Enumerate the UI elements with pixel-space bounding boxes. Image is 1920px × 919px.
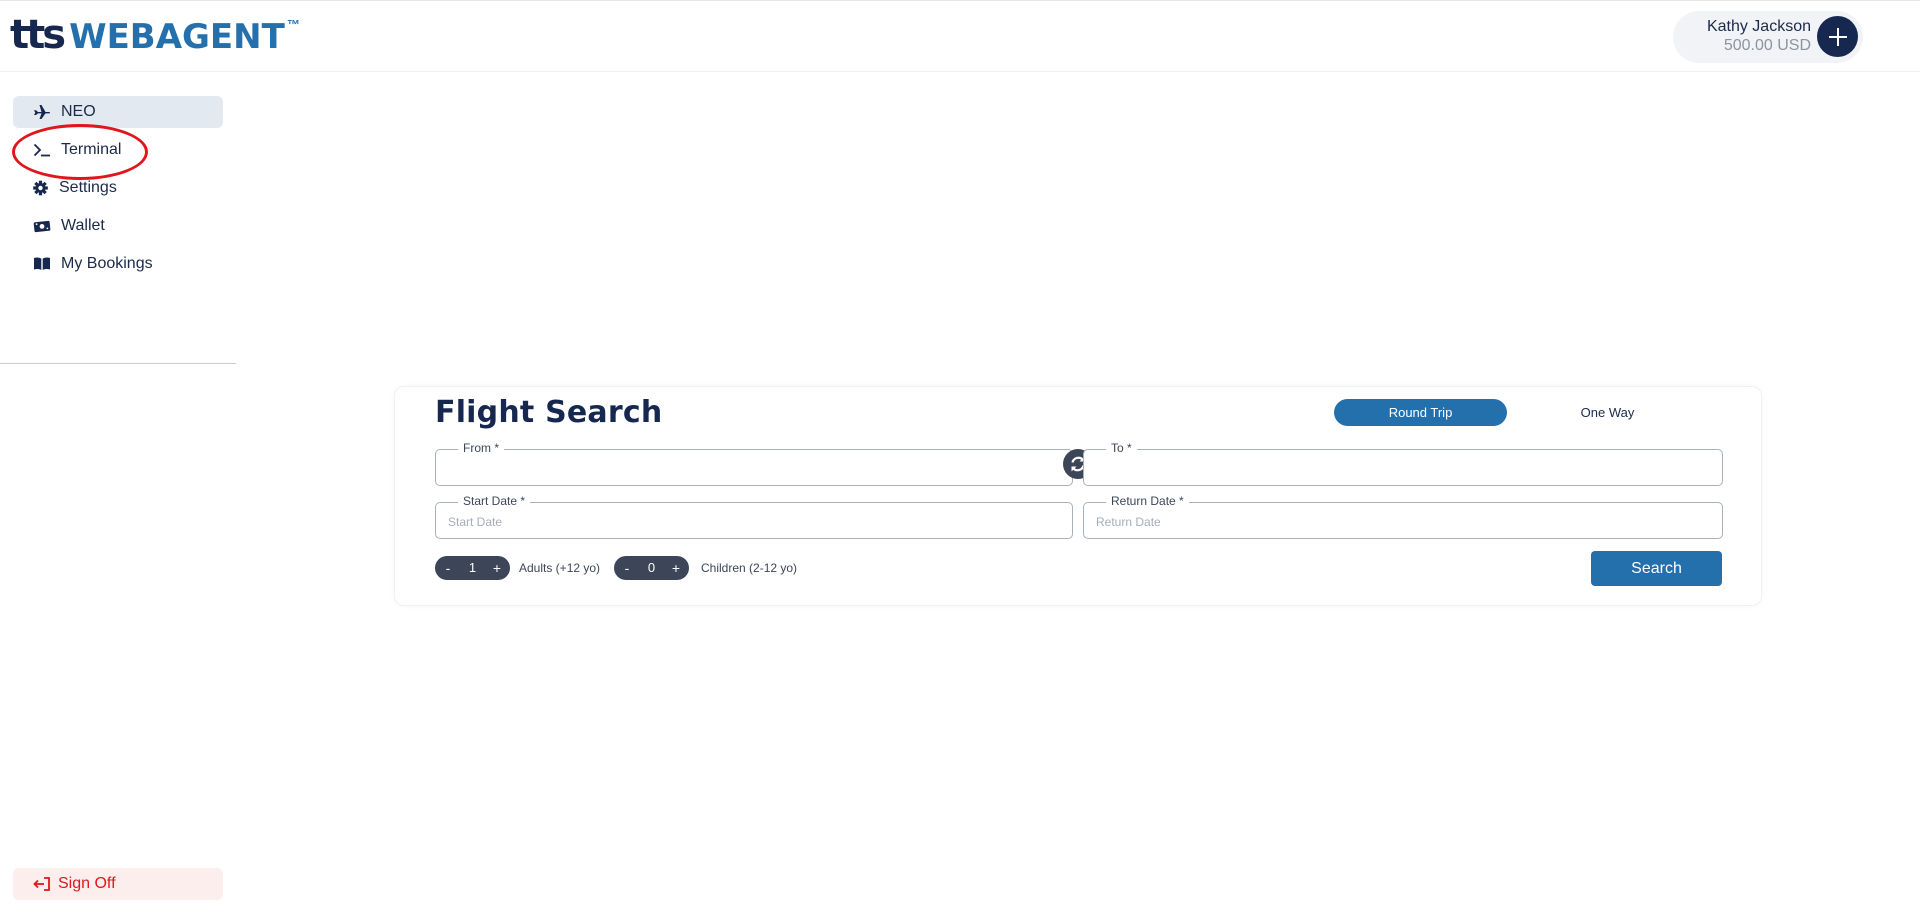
from-label: From *: [458, 441, 504, 455]
flight-search-card: Flight Search Round Trip One Way From * …: [394, 386, 1762, 606]
return-date-field[interactable]: Return Date *: [1083, 494, 1723, 539]
return-date-label: Return Date *: [1106, 494, 1189, 508]
logo-prefix: tts: [10, 12, 66, 58]
tts-webagent-logo[interactable]: tts WEBAGENT ™: [10, 15, 300, 55]
sidebar-item-label: My Bookings: [61, 255, 153, 272]
children-decrement-button[interactable]: -: [616, 556, 638, 580]
children-increment-button[interactable]: +: [665, 556, 687, 580]
children-label: Children (2-12 yo): [701, 561, 798, 575]
to-label: To *: [1106, 441, 1137, 455]
adults-label: Adults (+12 yo): [519, 561, 601, 575]
round-trip-option[interactable]: Round Trip: [1334, 399, 1507, 426]
adults-increment-button[interactable]: +: [486, 556, 508, 580]
sign-out-icon: [33, 877, 50, 891]
sign-off-label: Sign Off: [58, 875, 116, 892]
airplane-icon: [34, 105, 50, 119]
return-date-input[interactable]: [1096, 513, 1710, 531]
trip-type-toggle: Round Trip One Way: [1334, 399, 1694, 426]
from-input[interactable]: [448, 460, 1060, 478]
adults-count: 1: [468, 560, 477, 575]
sign-off-button[interactable]: Sign Off: [13, 868, 223, 900]
top-header: tts WEBAGENT ™ Kathy Jackson 500.00 USD: [0, 0, 1920, 72]
adults-decrement-button[interactable]: -: [437, 556, 459, 580]
search-button[interactable]: Search: [1591, 551, 1722, 586]
gear-icon: [33, 180, 48, 196]
to-input[interactable]: [1096, 460, 1710, 478]
sidebar-item-terminal[interactable]: Terminal: [13, 134, 223, 166]
children-count: 0: [647, 560, 656, 575]
sidebar-item-label: Terminal: [61, 141, 122, 158]
logo-trademark: ™: [286, 17, 300, 32]
sidebar-item-label: Settings: [59, 179, 117, 196]
sidebar-item-settings[interactable]: Settings: [13, 172, 223, 204]
one-way-option[interactable]: One Way: [1521, 399, 1694, 426]
logo-name: WEBAGENT: [69, 17, 285, 57]
terminal-icon: [33, 143, 50, 157]
sidebar-item-neo[interactable]: NEO: [13, 96, 223, 128]
sidebar-item-wallet[interactable]: Wallet: [13, 210, 223, 242]
sidebar-item-label: Wallet: [61, 217, 105, 234]
start-date-input[interactable]: [448, 513, 1060, 531]
sidebar-item-my-bookings[interactable]: My Bookings: [13, 248, 223, 280]
children-stepper: - 0 +: [614, 556, 689, 580]
from-field[interactable]: From *: [435, 441, 1073, 486]
book-icon: [34, 257, 50, 270]
to-field[interactable]: To *: [1083, 441, 1723, 486]
start-date-label: Start Date *: [458, 494, 531, 508]
page-title: Flight Search: [435, 395, 663, 430]
wallet-icon: [33, 220, 51, 233]
adults-stepper: - 1 +: [435, 556, 510, 580]
start-date-field[interactable]: Start Date *: [435, 494, 1073, 539]
user-balance: 500.00 USD: [1723, 37, 1811, 54]
add-funds-button[interactable]: [1817, 16, 1858, 57]
user-name: Kathy Jackson: [1706, 18, 1811, 35]
sidebar-divider: [0, 363, 236, 364]
sidebar-item-label: NEO: [61, 103, 96, 120]
